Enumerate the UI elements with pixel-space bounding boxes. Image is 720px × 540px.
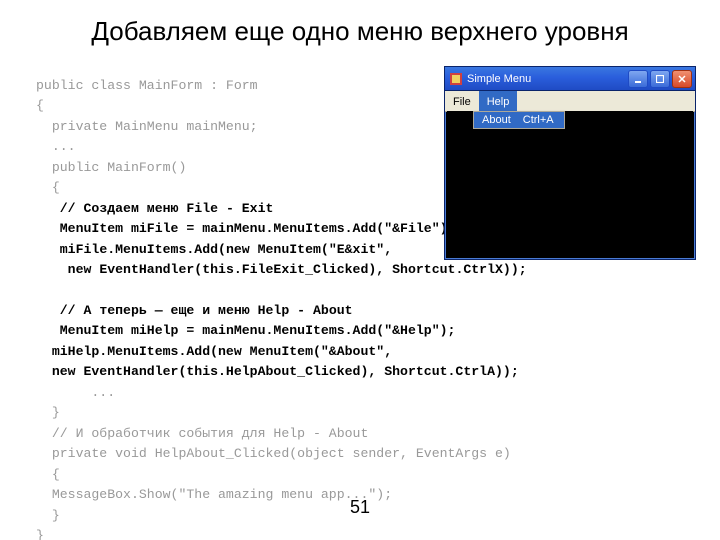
code-line: public class MainForm : Form — [36, 78, 258, 93]
code-line — [36, 344, 52, 359]
code-comment: // Создаем меню File - Exit — [60, 201, 274, 216]
menu-item-shortcut: Ctrl+A — [523, 114, 554, 126]
code-line: } — [36, 528, 44, 540]
code-line — [36, 323, 60, 338]
page-number: 51 — [0, 497, 720, 518]
maximize-button[interactable] — [650, 70, 670, 88]
code-line: ... — [36, 385, 115, 400]
menu-file[interactable]: File — [445, 91, 479, 111]
code-line: } — [36, 405, 60, 420]
code-bold: miHelp.MenuItems.Add(new MenuItem("&Abou… — [52, 344, 392, 359]
window-buttons — [628, 70, 695, 88]
code-bold: MenuItem miFile = mainMenu.MenuItems.Add… — [60, 221, 456, 236]
code-line: private MainMenu mainMenu; — [36, 119, 258, 134]
code-line: { — [36, 180, 60, 195]
code-line — [36, 201, 60, 216]
code-line — [36, 262, 60, 277]
menubar: File Help — [445, 91, 695, 112]
code-bold: miFile.MenuItems.Add(new MenuItem("E&xit… — [60, 242, 392, 257]
client-area — [447, 111, 693, 257]
code-line: ... — [36, 139, 76, 154]
code-bold: MenuItem miHelp = mainMenu.MenuItems.Add… — [60, 323, 456, 338]
close-button[interactable] — [672, 70, 692, 88]
code-line — [36, 364, 52, 379]
menu-help[interactable]: Help — [479, 91, 518, 111]
code-line: { — [36, 98, 44, 113]
app-icon — [449, 72, 463, 86]
code-line: { — [36, 467, 60, 482]
code-line — [36, 221, 60, 236]
help-dropdown: About Ctrl+A — [473, 111, 565, 129]
menu-item-label: About — [482, 114, 511, 126]
code-bold: new EventHandler(this.HelpAbout_Clicked)… — [52, 364, 519, 379]
app-window: Simple Menu File Help About Ctrl+A — [444, 66, 696, 260]
code-line: private void HelpAbout_Clicked(object se… — [36, 446, 511, 461]
code-line — [36, 303, 60, 318]
code-bold: new EventHandler(this.FileExit_Clicked),… — [60, 262, 527, 277]
titlebar[interactable]: Simple Menu — [445, 67, 695, 91]
window-title: Simple Menu — [467, 73, 628, 85]
slide: Добавляем еще одно меню верхнего уровня … — [0, 0, 720, 540]
minimize-button[interactable] — [628, 70, 648, 88]
code-line — [36, 242, 60, 257]
code-line: public MainForm() — [36, 160, 186, 175]
slide-title: Добавляем еще одно меню верхнего уровня — [0, 16, 720, 47]
code-line: // И обработчик события для Help - About — [36, 426, 368, 441]
code-comment: // А теперь — еще и меню Help - About — [60, 303, 353, 318]
menu-item-about[interactable]: About Ctrl+A — [474, 112, 564, 128]
